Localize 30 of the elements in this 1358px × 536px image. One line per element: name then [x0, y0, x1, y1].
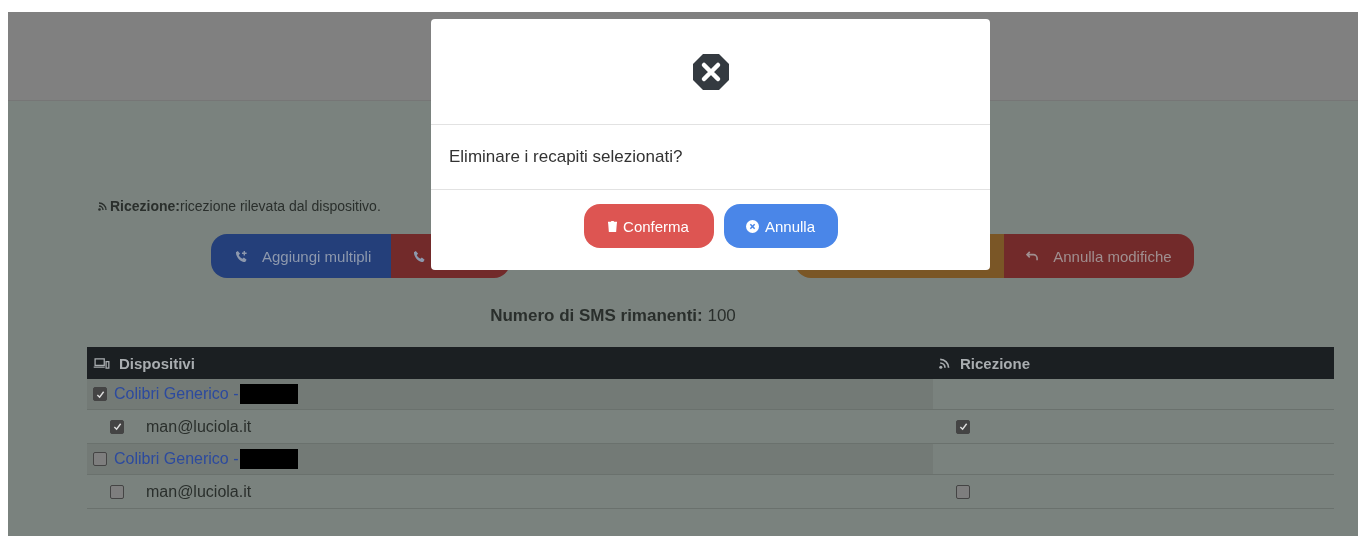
rss-icon	[939, 357, 951, 369]
column-header: Dispositivi	[119, 354, 195, 372]
redaction-block	[240, 384, 299, 404]
device-link[interactable]: Colibri Generico -	[114, 385, 239, 403]
dialog-message: Eliminare i recapiti selezionati?	[449, 147, 683, 167]
checkbox[interactable]	[110, 484, 124, 499]
checkbox[interactable]	[93, 387, 107, 401]
undo-icon	[1026, 250, 1040, 262]
laptop-icon	[93, 357, 110, 369]
checkbox[interactable]	[93, 452, 107, 466]
column-header: Ricezione	[960, 354, 1031, 372]
contact-email: man@luciola.it	[146, 417, 252, 436]
reception-checkbox[interactable]	[956, 484, 970, 499]
phone-icon	[413, 249, 427, 263]
trash-icon	[608, 220, 618, 232]
legend-text: Ricezione:ricezione rilevata dal dispositivo.	[110, 198, 381, 214]
checkbox[interactable]	[110, 419, 124, 434]
rss-icon	[98, 201, 108, 211]
device-link[interactable]: Colibri Generico -	[114, 450, 239, 468]
contact-email: man@luciola.it	[146, 482, 252, 501]
confirm-button[interactable]: Conferma	[583, 204, 714, 248]
redaction-block	[240, 449, 299, 469]
close-circle-icon	[745, 219, 759, 233]
sms-remaining-text: Numero di SMS rimanenti: 100	[489, 306, 737, 326]
error-octagon-icon	[691, 52, 730, 91]
undo-changes-button[interactable]: Annulla modifiche	[1004, 234, 1194, 278]
phone-icon	[235, 249, 248, 263]
cancel-button[interactable]: Annulla	[723, 204, 838, 248]
reception-checkbox[interactable]	[956, 419, 970, 434]
add-multiple-button[interactable]: Aggiungi multipli	[211, 234, 392, 278]
